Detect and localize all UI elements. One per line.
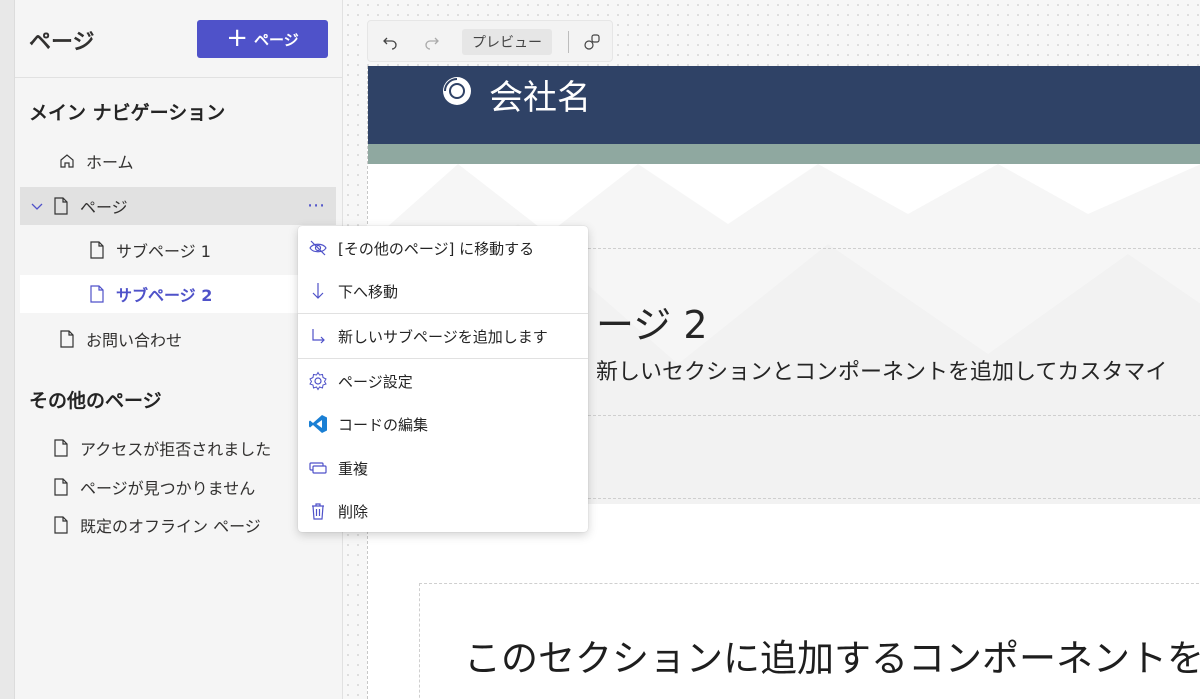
hero-title: ージ 2 <box>596 303 708 347</box>
nav-item-home[interactable]: ホーム <box>20 142 336 180</box>
menu-item-label: [その他のページ] に移動する <box>338 239 535 258</box>
menu-item-label: ページ設定 <box>338 372 413 391</box>
menu-item-label: 下へ移動 <box>338 282 399 301</box>
page-icon <box>88 240 106 260</box>
trash-icon <box>308 501 328 521</box>
section-text: このセクションに追加するコンポーネントを <box>464 637 1200 680</box>
nav-item-page[interactable]: ページ ⋯ <box>20 187 336 225</box>
home-icon <box>58 151 76 171</box>
nav-item-label: サブページ 1 <box>116 242 211 261</box>
company-name: 会社名 <box>489 78 591 118</box>
nav-item-label: ホーム <box>86 153 134 172</box>
panel-title: ページ <box>29 30 95 55</box>
chevron-down-icon[interactable] <box>28 196 46 216</box>
redo-icon[interactable] <box>420 30 444 54</box>
site-header: 会社名 <box>368 66 1200 144</box>
menu-item-label: コードの編集 <box>338 415 429 434</box>
pages-panel-header: ページ + ページ <box>15 0 342 78</box>
other-pages-heading: その他のページ <box>29 390 162 412</box>
nav-item-label: 既定のオフライン ページ <box>80 517 261 536</box>
gear-icon <box>308 371 328 391</box>
pages-panel: ページ + ページ メイン ナビゲーション ホーム ページ ⋯ サブページ 1 <box>15 0 343 699</box>
menu-item-move-down[interactable]: 下へ移動 <box>298 271 588 311</box>
content-section: このセクションに追加するコンポーネントを <box>419 583 1200 699</box>
page-context-menu: [その他のページ] に移動する 下へ移動 新しいサブページを追加します ページ設… <box>298 226 588 532</box>
main-nav-heading: メイン ナビゲーション <box>29 102 226 124</box>
page-icon <box>88 284 106 304</box>
menu-item-label: 削除 <box>338 502 369 521</box>
nav-item-subpage-1[interactable]: サブページ 1 <box>20 231 336 269</box>
menu-divider <box>298 313 588 314</box>
page-icon <box>52 196 70 216</box>
nav-item-page-not-found[interactable]: ページが見つかりません <box>20 468 336 506</box>
menu-item-move-to-other-pages[interactable]: [その他のページ] に移動する <box>298 228 588 268</box>
add-page-button[interactable]: + ページ <box>197 20 328 58</box>
nav-item-label: サブページ 2 <box>116 286 213 305</box>
page-icon <box>58 329 76 349</box>
canvas-toolbar: プレビュー <box>367 20 613 62</box>
menu-item-page-settings[interactable]: ページ設定 <box>298 361 588 401</box>
nav-item-label: ページが見つかりません <box>80 479 256 498</box>
page-icon <box>52 515 70 535</box>
preview-button[interactable]: プレビュー <box>462 29 552 55</box>
hero-subtitle: 新しいセクションとコンポーネントを追加してカスタマイ <box>596 360 1168 385</box>
nav-item-offline-page[interactable]: 既定のオフライン ページ <box>20 506 336 544</box>
nav-item-label: お問い合わせ <box>86 331 183 350</box>
toolbar-divider <box>568 31 569 53</box>
add-subpage-icon <box>308 326 328 346</box>
components-icon[interactable] <box>580 30 604 54</box>
page-icon <box>52 438 70 458</box>
vscode-icon <box>308 414 328 434</box>
menu-divider <box>298 358 588 359</box>
add-page-label: ページ <box>254 30 299 49</box>
page-icon <box>52 477 70 497</box>
duplicate-icon <box>308 458 328 478</box>
menu-item-edit-code[interactable]: コードの編集 <box>298 404 588 444</box>
hide-icon <box>308 238 328 258</box>
plus-icon: + <box>226 22 249 53</box>
menu-item-label: 新しいサブページを追加します <box>338 327 548 346</box>
more-options-icon[interactable]: ⋯ <box>307 195 326 216</box>
accent-band <box>368 144 1200 164</box>
arrow-down-icon <box>308 281 328 301</box>
menu-item-add-subpage[interactable]: 新しいサブページを追加します <box>298 316 588 356</box>
company-logo-icon <box>443 77 471 105</box>
nav-item-contact[interactable]: お問い合わせ <box>20 320 336 358</box>
nav-item-access-denied[interactable]: アクセスが拒否されました <box>20 429 336 467</box>
menu-item-delete[interactable]: 削除 <box>298 491 588 531</box>
undo-icon[interactable] <box>378 30 402 54</box>
nav-item-label: ページ <box>80 198 128 217</box>
menu-item-label: 重複 <box>338 459 369 478</box>
nav-item-label: アクセスが拒否されました <box>80 440 272 459</box>
menu-item-duplicate[interactable]: 重複 <box>298 448 588 488</box>
left-rail <box>0 0 15 699</box>
nav-item-subpage-2[interactable]: サブページ 2 <box>20 275 336 313</box>
